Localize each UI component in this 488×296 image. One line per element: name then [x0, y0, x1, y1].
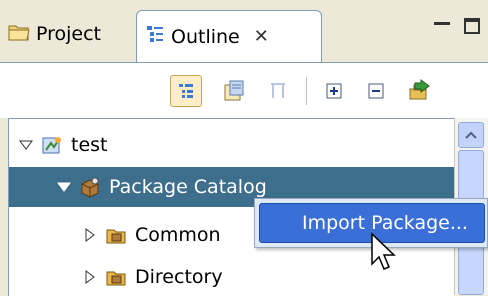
package-folder-icon [105, 224, 127, 246]
window-controls [434, 18, 480, 34]
chevron-down-icon[interactable] [17, 136, 35, 154]
view-tab-bar: Project Outline ✕ [0, 0, 488, 62]
package-folder-icon [105, 266, 127, 288]
chevron-right-icon[interactable] [81, 268, 99, 286]
minimize-icon[interactable] [434, 22, 450, 32]
tree-row-label: Package Catalog [109, 176, 267, 198]
tree-row-label: Common [135, 224, 221, 246]
tab-outline-label: Outline [171, 25, 240, 48]
tab-outline[interactable]: Outline ✕ [136, 10, 322, 62]
outline-tree-icon [145, 24, 165, 49]
tree-row-label: test [71, 134, 108, 156]
tab-project[interactable]: Project [2, 8, 136, 60]
mouse-pointer-icon [371, 232, 396, 270]
tree-row-test[interactable]: test [9, 125, 455, 165]
expand-all-icon[interactable] [318, 75, 350, 107]
tab-project-label: Project [36, 23, 102, 45]
collapse-all-icon[interactable] [360, 75, 392, 107]
outline-toolbar [0, 62, 488, 118]
tree-row-label: Directory [135, 266, 223, 288]
package-catalog-icon [79, 176, 101, 198]
maximize-icon[interactable] [464, 18, 480, 34]
scroll-up-icon[interactable] [458, 122, 484, 148]
folder-icon [8, 23, 30, 46]
outline-view: Project Outline ✕ test Package Catalog C… [0, 0, 488, 296]
hierarchy-icon[interactable] [170, 75, 202, 107]
import-icon[interactable] [404, 75, 436, 107]
filter-icon[interactable] [262, 75, 294, 107]
model-icon [41, 134, 63, 156]
chevron-down-icon[interactable] [55, 178, 73, 196]
chevron-right-icon[interactable] [81, 226, 99, 244]
close-icon[interactable]: ✕ [254, 26, 269, 47]
properties-icon[interactable] [218, 75, 250, 107]
toolbar-separator [306, 77, 307, 105]
